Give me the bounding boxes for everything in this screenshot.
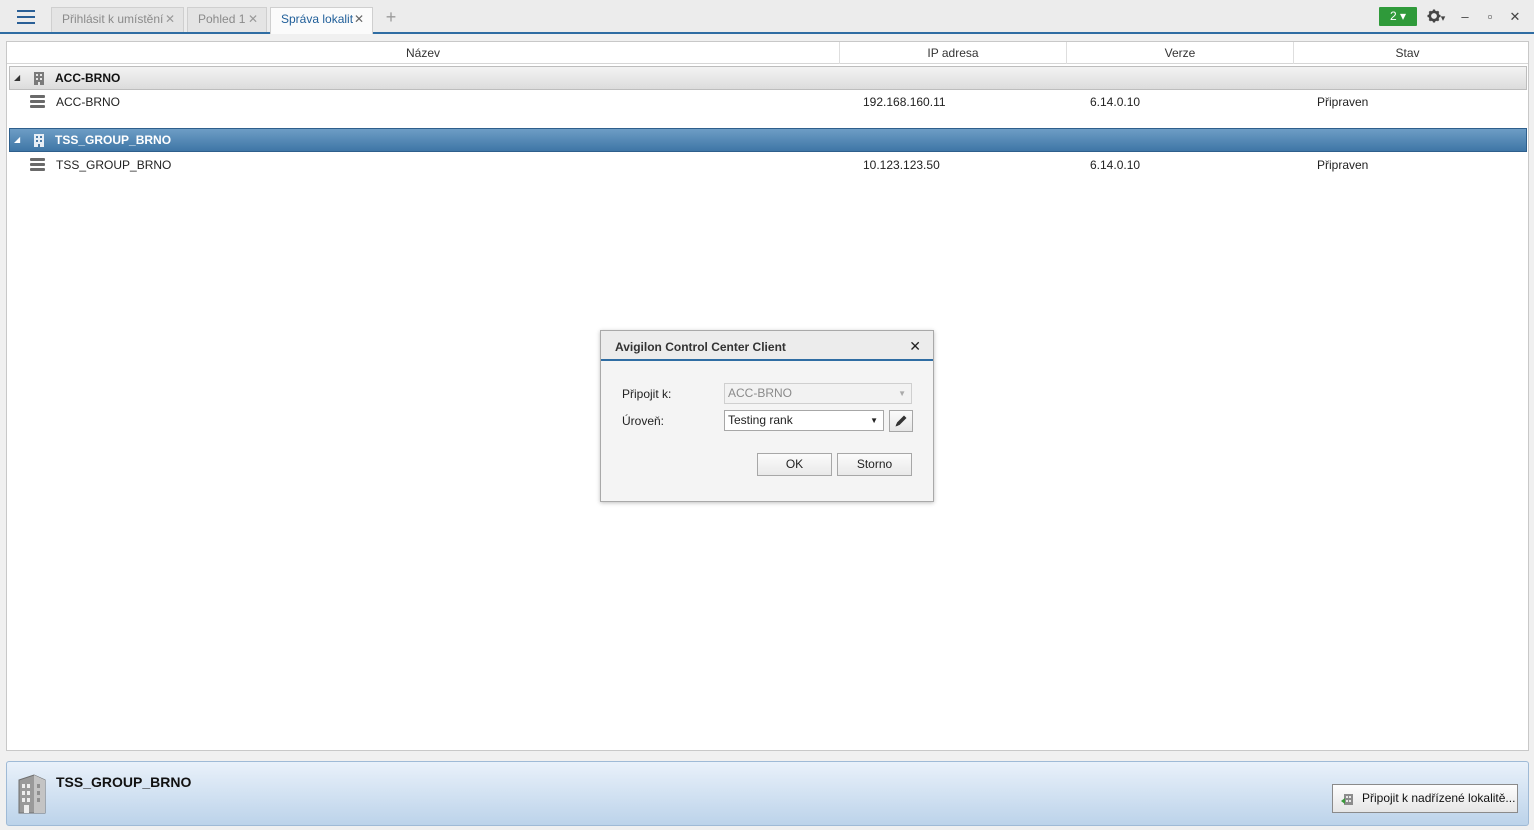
connect-to-label: Připojit k: <box>622 387 672 401</box>
connect-site-icon <box>1341 794 1353 805</box>
cell-name: ACC-BRNO <box>56 95 121 109</box>
site-name: TSS_GROUP_BRNO <box>56 774 192 790</box>
close-icon[interactable]: ✕ <box>909 338 921 355</box>
tab-label: Pohled 1 <box>198 12 246 26</box>
chevron-down-icon: ▼ <box>870 416 878 425</box>
group-row-tss-group-brno[interactable]: ◢ TSS_GROUP_BRNO <box>9 128 1527 152</box>
close-icon[interactable]: ✕ <box>248 8 258 31</box>
top-bar: Přihlásit k umístění ✕ Pohled 1 ✕ Správa… <box>0 0 1534 34</box>
group-name: ACC-BRNO <box>55 71 121 85</box>
cell-name: TSS_GROUP_BRNO <box>56 158 172 172</box>
building-icon <box>18 774 46 814</box>
ok-button[interactable]: OK <box>757 453 832 476</box>
dialog-title: Avigilon Control Center Client <box>615 340 786 354</box>
close-icon[interactable]: ✕ <box>354 8 364 31</box>
cell-ip: 10.123.123.50 <box>863 158 940 172</box>
cancel-button[interactable]: Storno <box>837 453 912 476</box>
column-header-name[interactable]: Název <box>7 42 840 64</box>
building-icon <box>34 134 44 147</box>
connect-to-select: ACC-BRNO ▼ <box>724 383 912 404</box>
table-row[interactable]: TSS_GROUP_BRNO 10.123.123.50 6.14.0.10 P… <box>7 154 1528 176</box>
connect-parent-site-button[interactable]: Připojit k nadřízené lokalitě... <box>1332 784 1518 813</box>
collapse-icon[interactable]: ◢ <box>14 135 20 144</box>
tab-label: Správa lokalit <box>281 12 354 26</box>
minimize-button[interactable]: ‒ <box>1456 8 1474 26</box>
tab-site-management[interactable]: Správa lokalit ✕ <box>270 7 373 34</box>
server-icon <box>30 158 45 171</box>
hamburger-menu-icon[interactable] <box>8 5 44 29</box>
level-label: Úroveň: <box>622 414 665 428</box>
maximize-button[interactable]: ▫ <box>1481 8 1499 26</box>
gear-icon <box>1427 9 1441 23</box>
close-window-button[interactable]: ✕ <box>1506 8 1524 26</box>
grid-header: Název IP adresa Verze Stav <box>7 42 1528 64</box>
cell-version: 6.14.0.10 <box>1090 158 1141 172</box>
column-header-version[interactable]: Verze <box>1067 42 1294 64</box>
cell-version: 6.14.0.10 <box>1090 95 1141 109</box>
close-icon[interactable]: ✕ <box>165 8 175 31</box>
chevron-down-icon: ▼ <box>898 389 906 398</box>
connect-to-value: ACC-BRNO <box>728 386 793 400</box>
site-details-panel: TSS_GROUP_BRNO Připojit k nadřízené loka… <box>6 761 1529 826</box>
edit-level-button[interactable] <box>889 410 913 432</box>
tab-view-1[interactable]: Pohled 1 ✕ <box>187 7 267 32</box>
settings-button[interactable]: ▾ <box>1424 8 1448 26</box>
column-header-status[interactable]: Stav <box>1294 42 1521 64</box>
building-icon <box>34 72 44 85</box>
connect-dialog: Avigilon Control Center Client ✕ Připoji… <box>600 330 934 502</box>
group-name: TSS_GROUP_BRNO <box>55 133 172 147</box>
level-select[interactable]: Testing rank ▼ <box>724 410 884 431</box>
tab-label: Přihlásit k umístění <box>62 12 164 26</box>
tab-login-site[interactable]: Přihlásit k umístění ✕ <box>51 7 184 32</box>
server-icon <box>30 95 45 108</box>
dialog-title-bar: Avigilon Control Center Client ✕ <box>601 331 933 361</box>
level-value: Testing rank <box>728 413 793 427</box>
group-row-acc-brno[interactable]: ◢ ACC-BRNO <box>9 66 1527 90</box>
table-row[interactable]: ACC-BRNO 192.168.160.11 6.14.0.10 Připra… <box>7 91 1528 113</box>
cell-ip: 192.168.160.11 <box>863 95 946 109</box>
chevron-down-icon: ▾ <box>1440 13 1446 23</box>
collapse-icon[interactable]: ◢ <box>14 73 20 82</box>
pencil-icon <box>895 415 907 427</box>
cell-status: Připraven <box>1317 158 1369 172</box>
column-header-ip[interactable]: IP adresa <box>840 42 1067 64</box>
connect-parent-site-label: Připojit k nadřízené lokalitě... <box>1362 791 1516 805</box>
add-tab-icon[interactable]: + <box>382 8 400 28</box>
notifications-button[interactable]: 2 ▾ <box>1379 7 1417 26</box>
cell-status: Připraven <box>1317 95 1369 109</box>
